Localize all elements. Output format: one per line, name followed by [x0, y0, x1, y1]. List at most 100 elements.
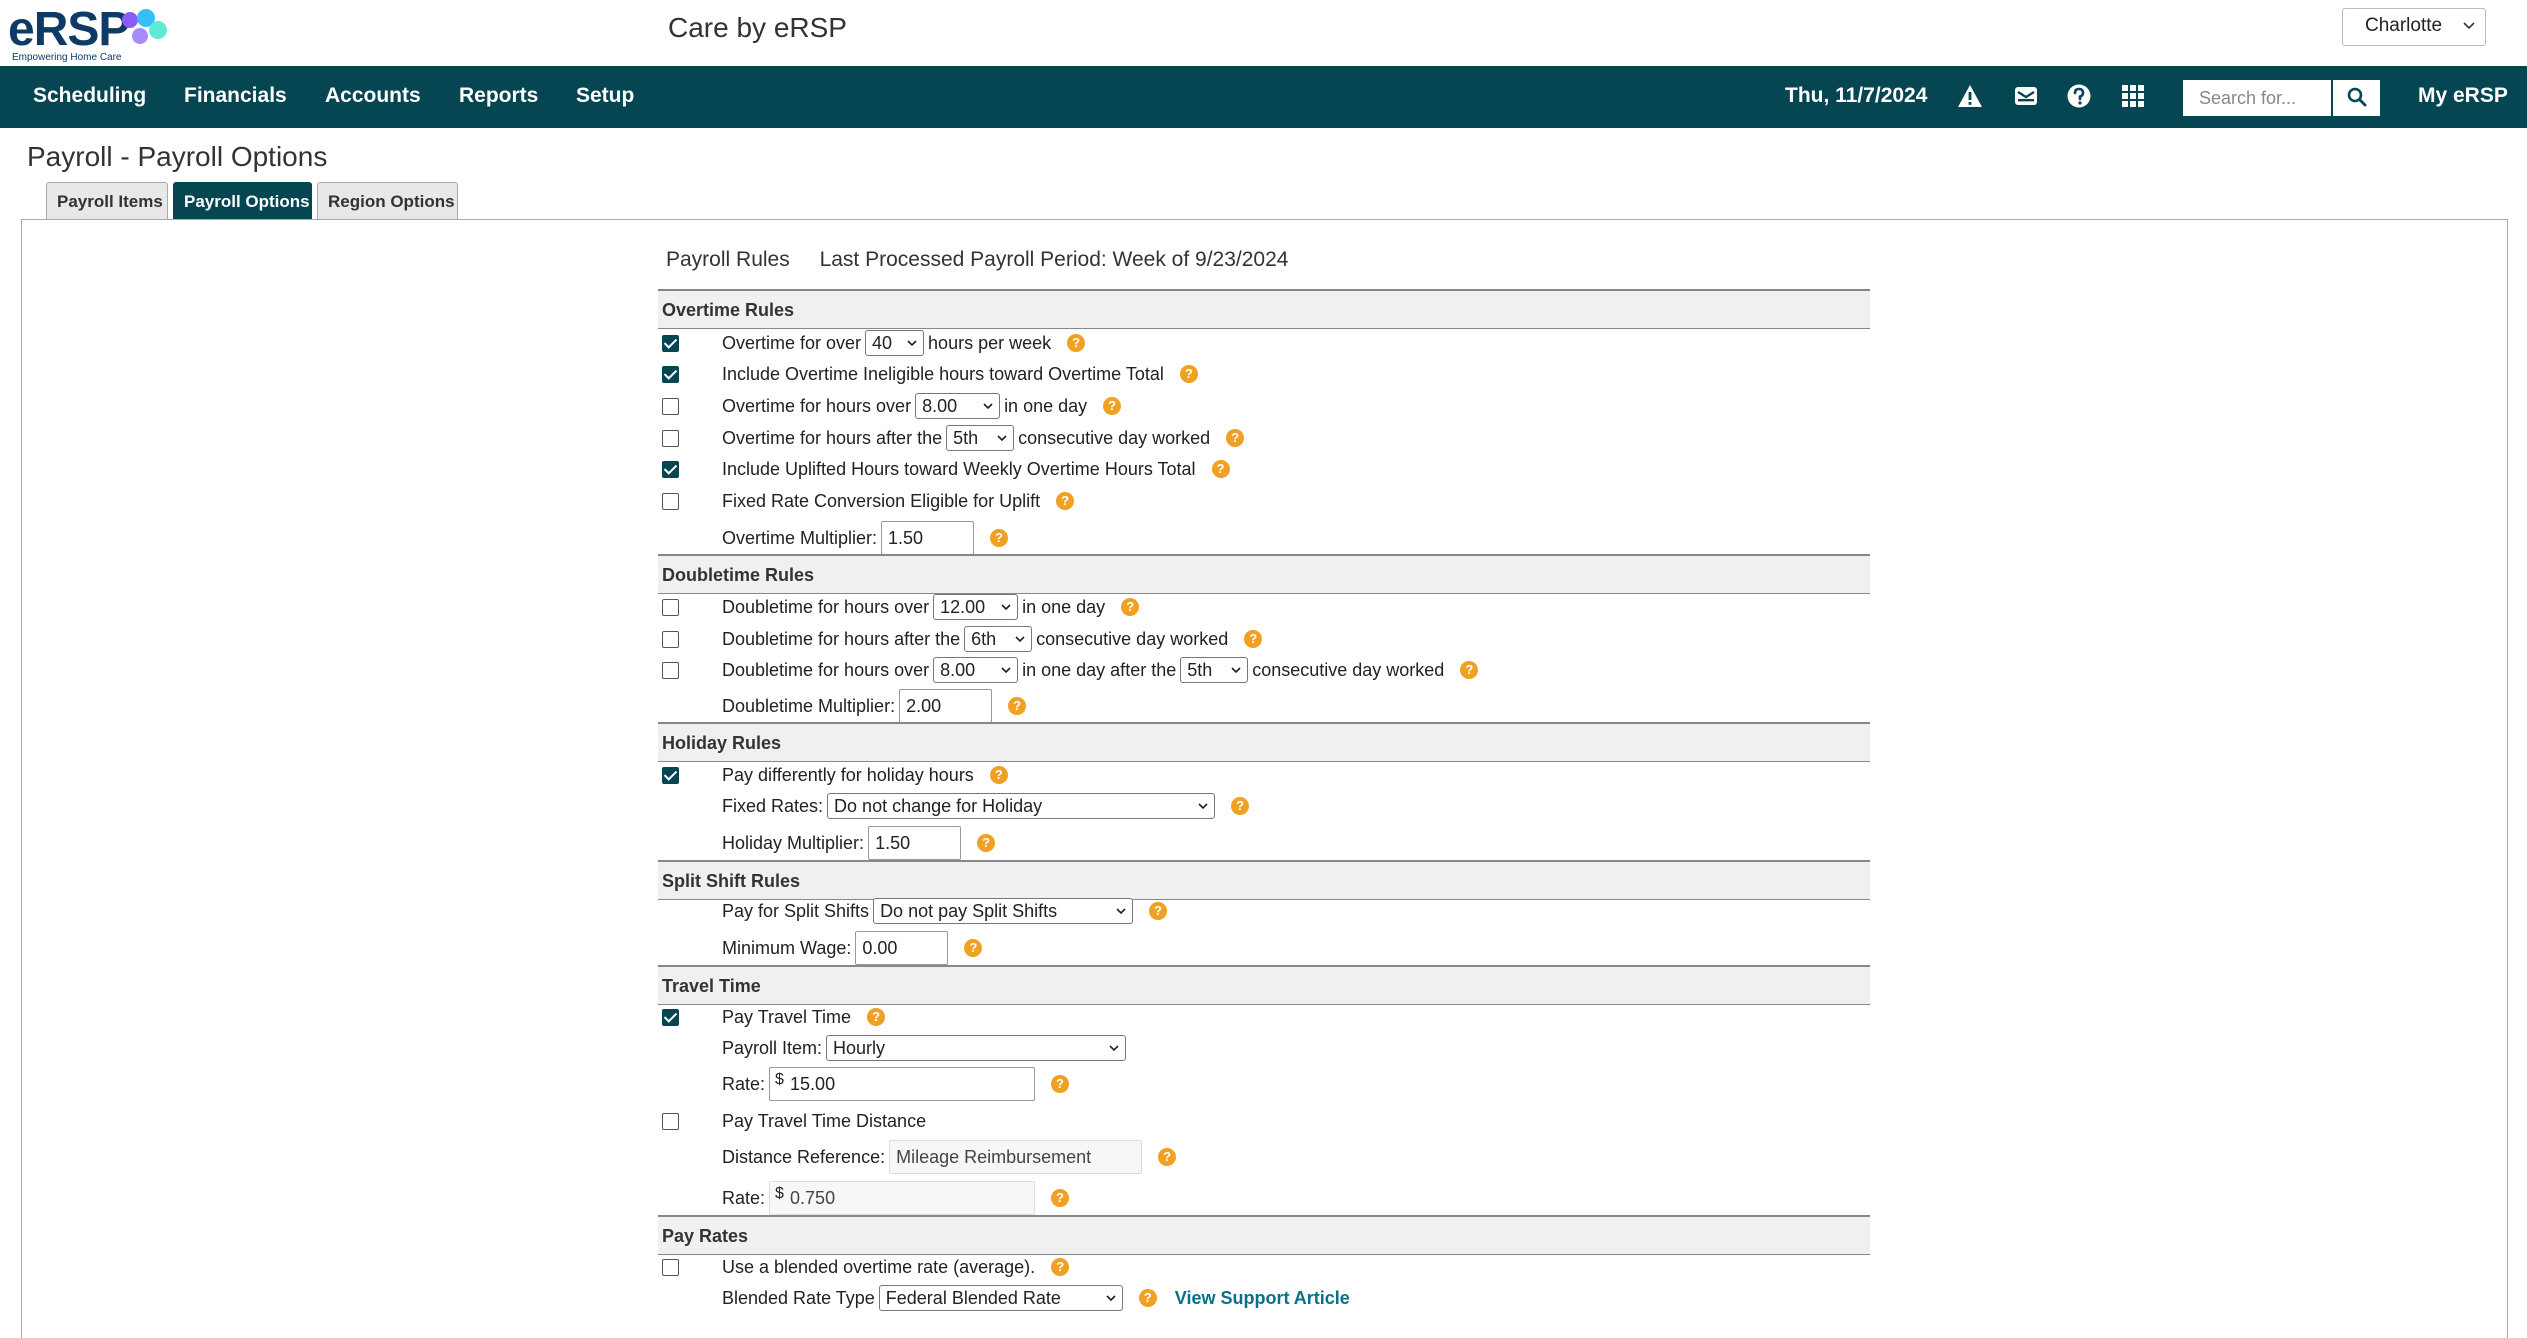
blended-rate-type-value: Federal Blended Rate — [885, 1287, 1061, 1308]
travel-payroll-item-select[interactable]: Hourly — [826, 1035, 1127, 1061]
section-travel-time: Travel Time — [658, 965, 1870, 1005]
holiday-multiplier-label: Holiday Multiplier: — [722, 832, 865, 853]
help-icon[interactable]: ? — [1051, 1189, 1070, 1207]
overtime-daily-checkbox[interactable] — [662, 398, 679, 415]
search-input[interactable] — [2183, 80, 2331, 116]
blended-rate-checkbox[interactable] — [662, 1259, 679, 1276]
travel-distance-checkbox[interactable] — [662, 1113, 679, 1130]
doubletime-daily-checkbox[interactable] — [662, 599, 679, 616]
help-icon[interactable]: ? — [1051, 1258, 1070, 1276]
doubletime-daily-hours-value: 12.00 — [940, 596, 986, 617]
nav-scheduling[interactable]: Scheduling — [33, 84, 146, 108]
overtime-weekly-checkbox[interactable] — [662, 335, 679, 352]
help-icon[interactable]: ? — [1149, 902, 1168, 920]
holiday-multiplier-input[interactable] — [868, 826, 962, 860]
help-icon[interactable]: ? — [1158, 1148, 1177, 1166]
help-icon[interactable]: ? — [1103, 397, 1122, 415]
chevron-down-icon — [1198, 803, 1208, 810]
tab-payroll-options[interactable]: Payroll Options — [173, 182, 312, 220]
nav-financials[interactable]: Financials — [184, 84, 287, 108]
logo-text: eRSP — [8, 3, 130, 56]
doubletime-combined-day-value: 5th — [1187, 659, 1213, 680]
doubletime-combined-day-select[interactable]: 5th — [1180, 657, 1249, 683]
overtime-weekly-label: Overtime for over — [722, 332, 862, 353]
fixed-rate-uplift-label: Fixed Rate Conversion Eligible for Uplif… — [722, 490, 1041, 511]
search-button[interactable] — [2333, 80, 2380, 116]
doubletime-combined-mid: in one day after the — [1022, 659, 1177, 680]
help-icon[interactable]: ? — [1067, 334, 1086, 352]
fixed-rate-uplift-checkbox[interactable] — [662, 493, 679, 510]
help-icon[interactable]: ? — [1460, 661, 1479, 679]
help-icon[interactable]: ? — [1051, 1075, 1070, 1093]
help-icon[interactable]: ? — [989, 766, 1008, 784]
app-title: Care by eRSP — [668, 12, 847, 43]
doubletime-combined-checkbox[interactable] — [662, 662, 679, 679]
chevron-down-icon — [1001, 667, 1011, 674]
search-icon — [2347, 87, 2366, 106]
tab-region-options[interactable]: Region Options — [317, 182, 458, 220]
doubletime-combined-label: Doubletime for hours over — [722, 659, 930, 680]
help-circle-icon[interactable] — [2065, 82, 2093, 110]
holiday-pay-checkbox[interactable] — [662, 767, 679, 784]
overtime-multiplier-input[interactable] — [881, 521, 975, 555]
distance-reference-label: Distance Reference: — [722, 1146, 886, 1167]
doubletime-combined-hours-select[interactable]: 8.00 — [933, 657, 1019, 683]
nav-reports[interactable]: Reports — [459, 84, 538, 108]
help-icon[interactable]: ? — [1226, 429, 1245, 447]
section-holiday-rules: Holiday Rules — [658, 722, 1870, 762]
doubletime-multiplier-input[interactable] — [899, 689, 993, 723]
last-processed-period: Last Processed Payroll Period: Week of 9… — [819, 248, 1289, 271]
distance-rate-field: $ — [769, 1181, 1036, 1215]
pay-travel-time-checkbox[interactable] — [662, 1009, 679, 1026]
help-icon[interactable]: ? — [1231, 797, 1250, 815]
overtime-uplifted-checkbox[interactable] — [662, 461, 679, 478]
my-ersp-link[interactable]: My eRSP — [2418, 84, 2508, 108]
overtime-daily-hours-select[interactable]: 8.00 — [915, 393, 1001, 419]
help-icon[interactable]: ? — [977, 834, 996, 852]
apps-grid-icon[interactable] — [2119, 82, 2147, 110]
overtime-uplifted-label: Include Uplifted Hours toward Weekly Ove… — [722, 458, 1196, 479]
minimum-wage-input[interactable] — [855, 931, 949, 965]
chevron-down-icon — [1106, 1295, 1116, 1302]
help-icon[interactable]: ? — [1008, 697, 1027, 715]
mail-icon[interactable] — [2012, 82, 2040, 110]
tab-payroll-items[interactable]: Payroll Items — [46, 182, 168, 220]
payroll-rules-title: Payroll Rules — [666, 248, 790, 271]
travel-payroll-item-label: Payroll Item: — [722, 1037, 823, 1058]
view-support-article-link[interactable]: View Support Article — [1175, 1288, 1350, 1309]
help-icon[interactable]: ? — [1121, 598, 1140, 616]
overtime-ineligible-checkbox[interactable] — [662, 366, 679, 383]
help-icon[interactable]: ? — [1211, 460, 1230, 478]
overtime-consecutive-checkbox[interactable] — [662, 430, 679, 447]
section-doubletime-rules: Doubletime Rules — [658, 554, 1870, 594]
doubletime-daily-suffix: in one day — [1022, 596, 1106, 617]
minimum-wage-label: Minimum Wage: — [722, 937, 852, 958]
help-icon[interactable]: ? — [1244, 630, 1263, 648]
travel-rate-input[interactable] — [769, 1067, 1036, 1101]
overtime-weekly-suffix: hours per week — [928, 332, 1052, 353]
help-icon[interactable]: ? — [1056, 492, 1075, 510]
help-icon[interactable]: ? — [964, 939, 983, 957]
nav-setup[interactable]: Setup — [576, 84, 634, 108]
holiday-fixed-rates-select[interactable]: Do not change for Holiday — [827, 793, 1216, 819]
doubletime-daily-hours-select[interactable]: 12.00 — [933, 594, 1019, 620]
split-shift-pay-label: Pay for Split Shifts — [722, 900, 870, 921]
warning-icon[interactable] — [1956, 82, 1984, 110]
help-icon[interactable]: ? — [867, 1008, 886, 1026]
doubletime-consecutive-day-select[interactable]: 6th — [964, 626, 1033, 652]
nav-accounts[interactable]: Accounts — [325, 84, 421, 108]
help-icon[interactable]: ? — [1138, 1289, 1157, 1307]
overtime-weekly-hours-select[interactable]: 40 — [865, 330, 925, 356]
help-icon[interactable]: ? — [990, 529, 1009, 547]
blended-rate-type-select[interactable]: Federal Blended Rate — [878, 1285, 1123, 1311]
ersp-logo[interactable]: eRSP Empowering Home Care — [8, 3, 168, 63]
doubletime-consecutive-checkbox[interactable] — [662, 631, 679, 648]
distance-rate-label: Rate: — [722, 1187, 766, 1208]
pay-travel-time-label: Pay Travel Time — [722, 1006, 852, 1027]
user-select[interactable]: Charlotte — [2342, 8, 2486, 46]
overtime-consecutive-day-select[interactable]: 5th — [946, 425, 1015, 451]
help-icon[interactable]: ? — [1179, 365, 1198, 383]
travel-payroll-item-value: Hourly — [833, 1037, 886, 1058]
split-shift-pay-select[interactable]: Do not pay Split Shifts — [873, 898, 1134, 924]
overtime-consecutive-day-value: 5th — [953, 427, 979, 448]
